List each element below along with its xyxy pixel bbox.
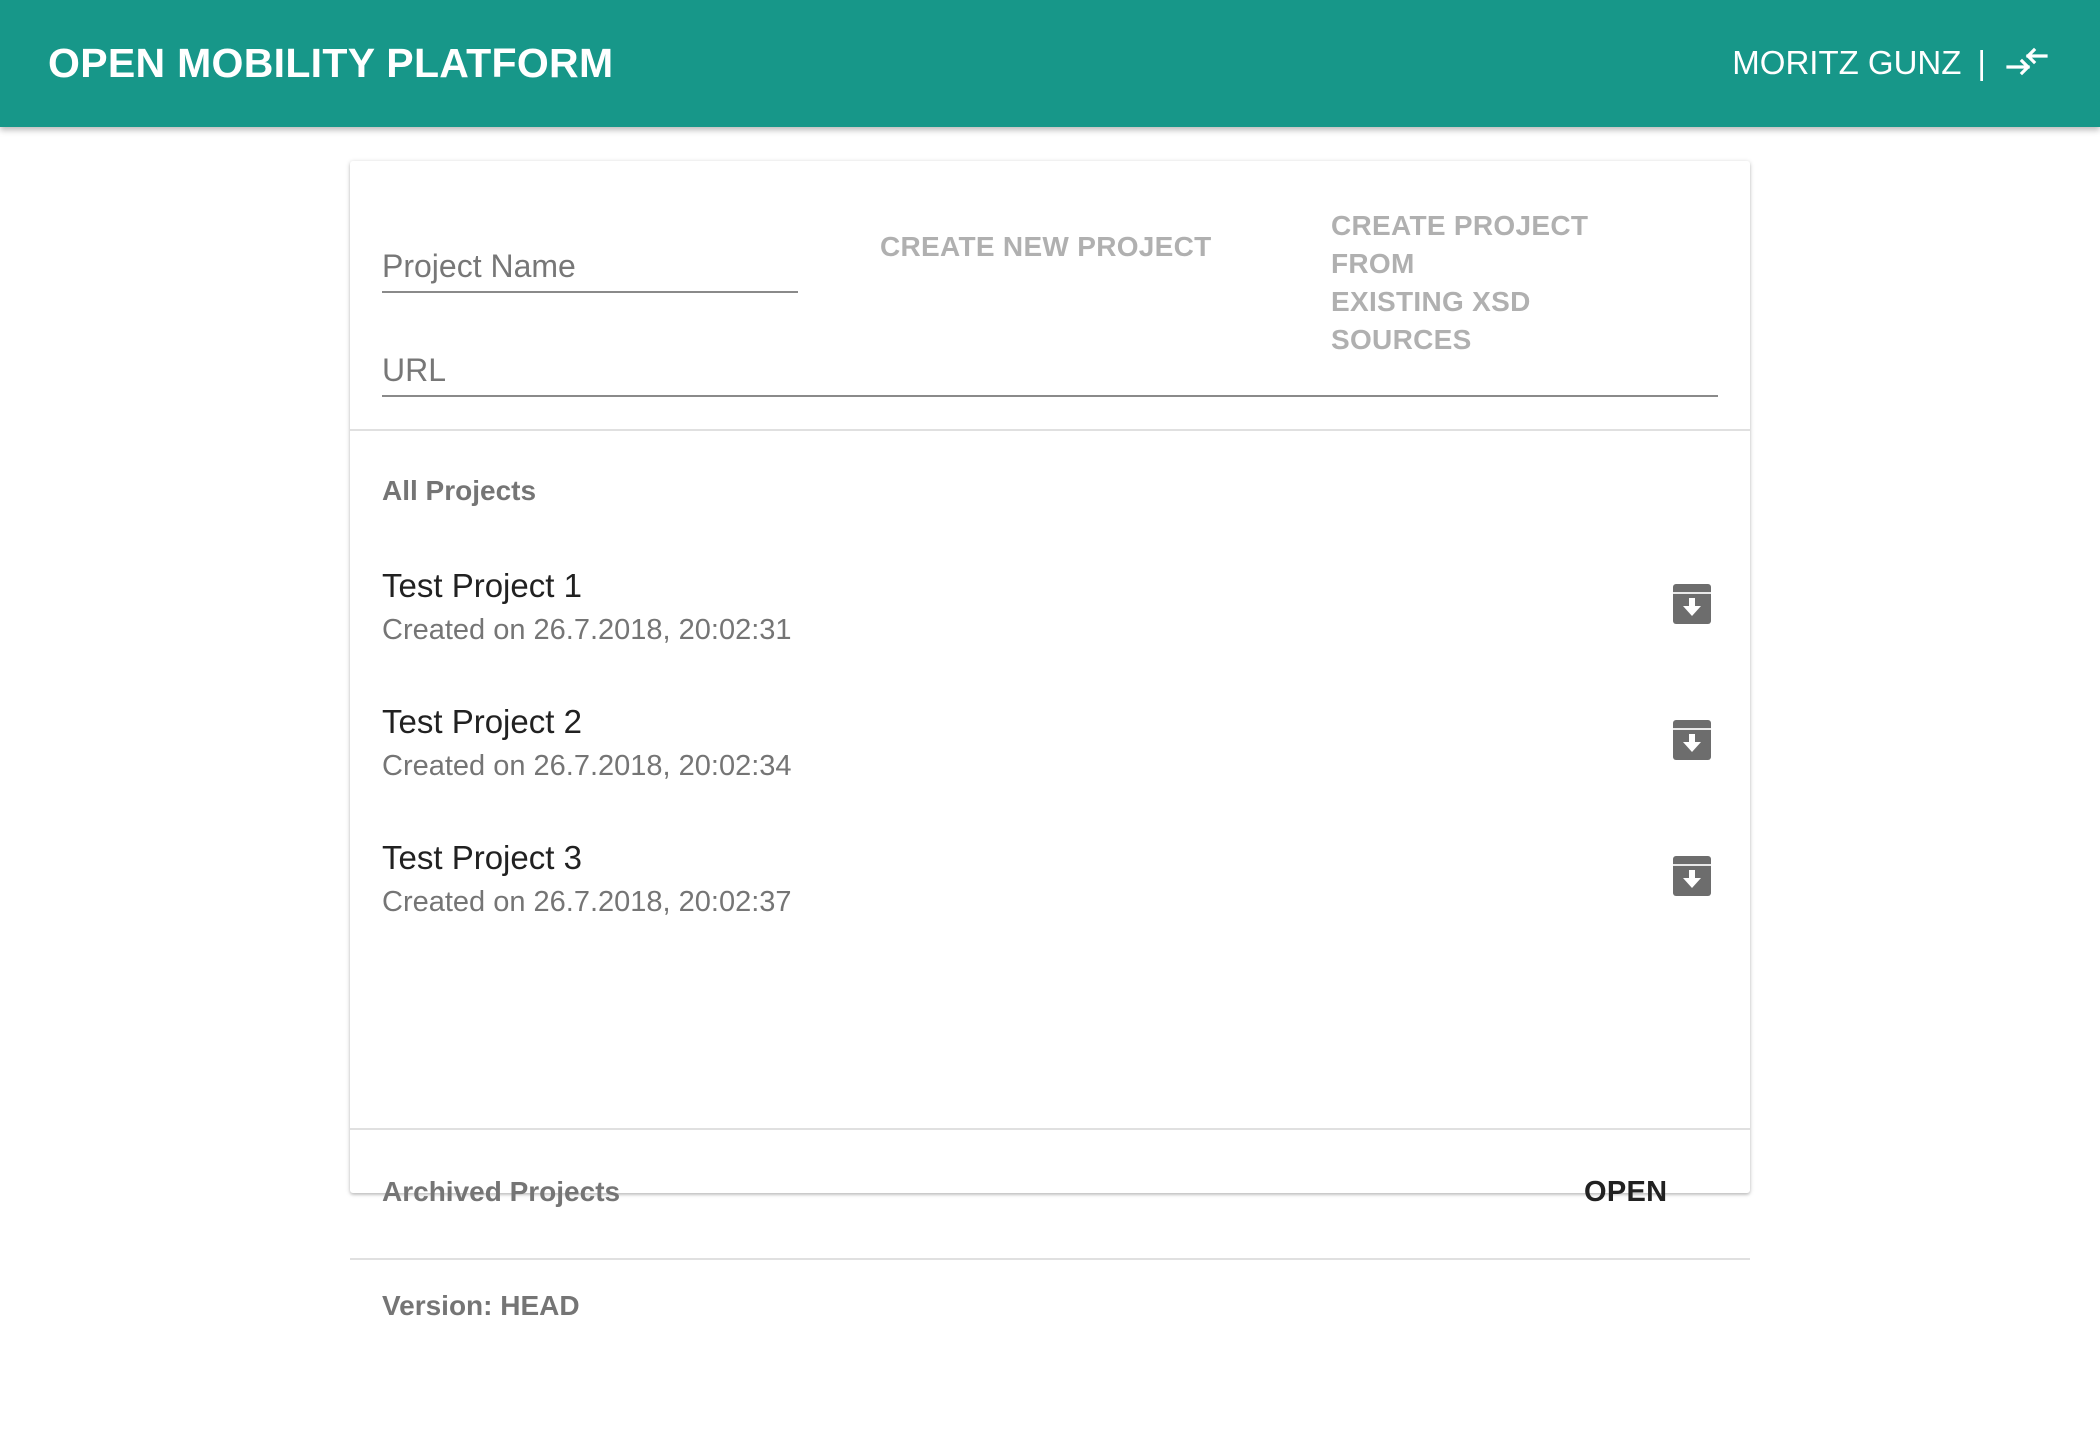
projects-card: CREATE NEW PROJECT CREATE PROJECT FROM E… <box>350 161 1750 1321</box>
project-title: Test Project 1 <box>382 567 582 604</box>
project-title: Test Project 2 <box>382 703 582 740</box>
create-project-section: CREATE NEW PROJECT CREATE PROJECT FROM E… <box>350 161 1750 431</box>
project-list-item[interactable]: Test Project 1 Created on 26.7.2018, 20:… <box>350 565 1750 701</box>
url-field[interactable] <box>382 333 1718 397</box>
user-separator: | <box>1977 44 1986 81</box>
archive-icon[interactable] <box>1672 855 1712 897</box>
project-name-field[interactable] <box>382 231 798 293</box>
all-projects-section: All Projects Test Project 1 Created on 2… <box>350 431 1750 1130</box>
all-projects-heading: All Projects <box>382 475 537 506</box>
archived-projects-heading: Archived Projects <box>382 1176 621 1207</box>
version-label: Version: HEAD <box>382 1290 580 1321</box>
archive-icon[interactable] <box>1672 719 1712 761</box>
project-name-input[interactable] <box>382 248 798 285</box>
create-from-xsd-label-line1: CREATE PROJECT FROM <box>1331 210 1589 279</box>
archive-icon[interactable] <box>1672 583 1712 625</box>
archived-projects-section: Archived Projects OPEN <box>350 1130 1750 1260</box>
create-new-project-button[interactable]: CREATE NEW PROJECT <box>880 228 1212 266</box>
project-created-date: Created on 26.7.2018, 20:02:37 <box>382 886 792 918</box>
project-title: Test Project 3 <box>382 839 582 876</box>
app-bar: OPEN MOBILITY PLATFORM MORITZ GUNZ | <box>0 0 2100 127</box>
project-created-date: Created on 26.7.2018, 20:02:34 <box>382 750 792 782</box>
url-input[interactable] <box>382 352 1718 389</box>
logout-button[interactable] <box>2004 40 2050 86</box>
user-area: MORITZ GUNZ | <box>1732 38 2050 88</box>
app-title: OPEN MOBILITY PLATFORM <box>48 40 614 86</box>
logout-arrows-icon <box>2006 47 2048 76</box>
project-created-date: Created on 26.7.2018, 20:02:31 <box>382 614 792 646</box>
project-list-item[interactable]: Test Project 2 Created on 26.7.2018, 20:… <box>350 701 1750 837</box>
user-name: MORITZ GUNZ <box>1732 44 1962 81</box>
project-list-item[interactable]: Test Project 3 Created on 26.7.2018, 20:… <box>350 837 1750 973</box>
open-archived-button[interactable]: OPEN <box>1584 1174 1667 1210</box>
